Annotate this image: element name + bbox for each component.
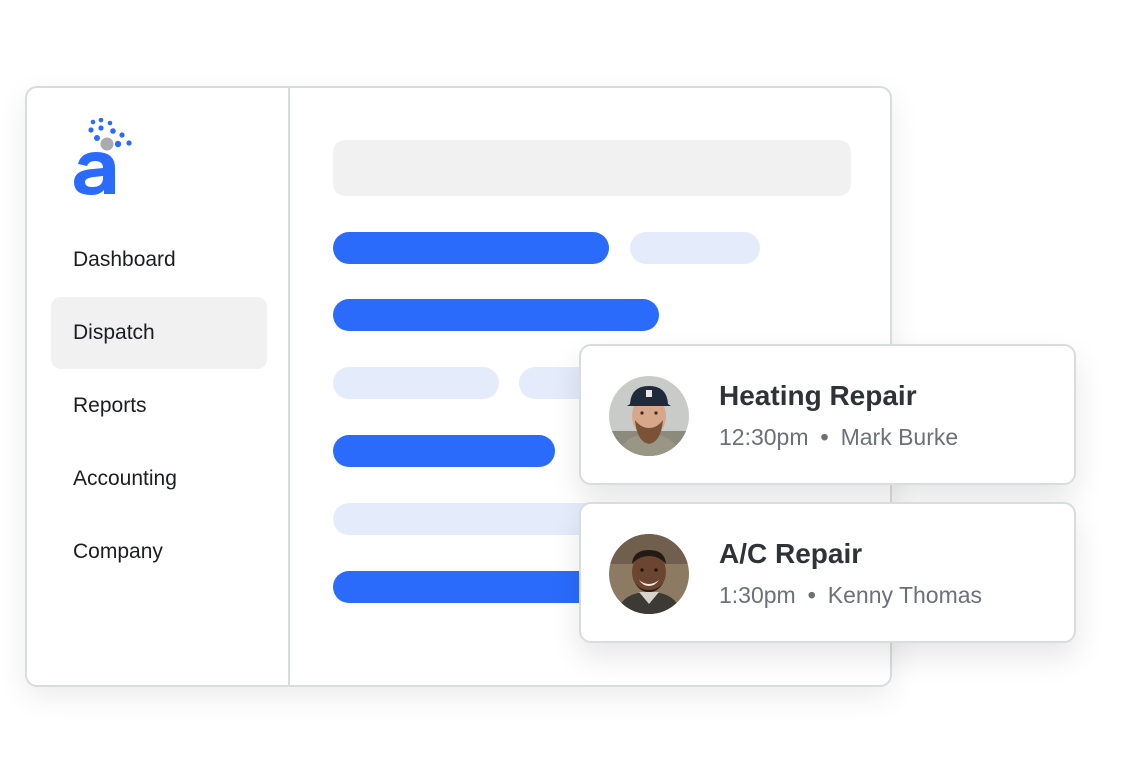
technician-name: Kenny Thomas [827, 582, 983, 608]
placeholder-bar [333, 435, 555, 467]
placeholder-bar [333, 232, 609, 264]
placeholder-bar [333, 503, 613, 535]
placeholder-bar [630, 232, 760, 264]
separator-dot: • [807, 582, 816, 608]
placeholder-bar [333, 571, 613, 603]
sidebar: Dashboard Dispatch Reports Accounting Co… [27, 88, 290, 685]
job-title: Heating Repair [719, 380, 917, 411]
job-time: 12:30pm [719, 424, 809, 450]
job-card[interactable]: Heating Repair 12:30pm • Mark Burke [579, 344, 1076, 485]
job-time: 1:30pm [719, 582, 796, 608]
technician-photo-icon [609, 534, 689, 614]
technician-name: Mark Burke [840, 424, 959, 450]
job-meta: 12:30pm • Mark Burke [719, 424, 958, 451]
placeholder-bar [333, 299, 659, 331]
placeholder-bar [333, 367, 499, 399]
sidebar-item-dispatch[interactable]: Dispatch [51, 297, 267, 369]
brand-logo-icon [74, 118, 132, 195]
sidebar-item-dashboard[interactable]: Dashboard [51, 224, 267, 296]
job-meta: 1:30pm • Kenny Thomas [719, 582, 982, 609]
sidebar-item-accounting[interactable]: Accounting [51, 443, 267, 515]
avatar [609, 376, 689, 456]
job-card[interactable]: A/C Repair 1:30pm • Kenny Thomas [579, 502, 1076, 643]
avatar [609, 534, 689, 614]
sidebar-item-company[interactable]: Company [51, 516, 267, 588]
separator-dot: • [820, 424, 829, 450]
sidebar-nav: Dashboard Dispatch Reports Accounting Co… [51, 224, 267, 589]
placeholder-header-bar [333, 140, 851, 196]
technician-photo-icon [609, 376, 689, 456]
job-title: A/C Repair [719, 538, 863, 569]
sidebar-item-reports[interactable]: Reports [51, 370, 267, 442]
